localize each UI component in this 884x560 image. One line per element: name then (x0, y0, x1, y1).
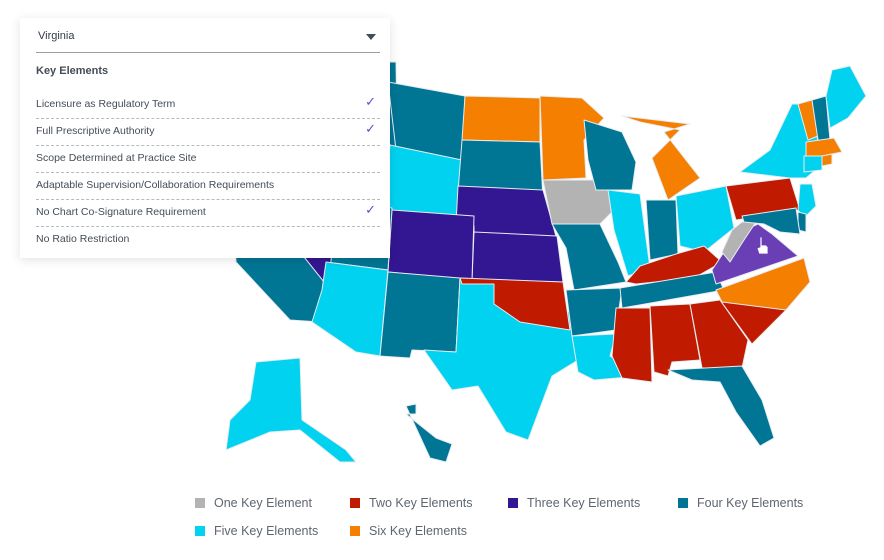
state-ct[interactable] (803, 155, 823, 173)
legend-item[interactable]: Two Key Elements (350, 496, 473, 510)
key-element-label: Scope Determined at Practice Site (36, 152, 197, 164)
legend-label: Five Key Elements (214, 524, 319, 538)
checkmark-icon: ✓ (365, 121, 376, 136)
legend-label: Three Key Elements (527, 496, 641, 510)
key-elements-list: Licensure as Regulatory Term ✓ Full Prescr… (36, 92, 380, 253)
legend-swatch (508, 498, 518, 508)
state-fl[interactable] (667, 365, 775, 447)
state-ar[interactable] (565, 287, 623, 337)
legend-item[interactable]: Four Key Elements (678, 496, 803, 510)
state-select-dropdown[interactable]: Virginia (36, 26, 380, 53)
state-co[interactable] (387, 209, 475, 281)
key-element-label: Full Prescriptive Authority (36, 125, 155, 137)
state-me[interactable] (825, 65, 867, 129)
legend-item[interactable]: Six Key Elements (350, 524, 467, 538)
legend-swatch (350, 498, 360, 508)
legend-item[interactable]: Three Key Elements (508, 496, 640, 510)
state-detail-panel: Virginia Key Elements Licensure as Regul… (20, 18, 390, 258)
legend-swatch (678, 498, 688, 508)
state-ak[interactable] (225, 357, 357, 463)
key-element-item: Scope Determined at Practice Site (36, 146, 380, 173)
key-element-item: No Ratio Restriction (36, 227, 380, 253)
state-nm[interactable] (379, 271, 461, 359)
key-element-item: Full Prescriptive Authority ✓ (36, 119, 380, 146)
legend-label: One Key Element (214, 496, 312, 510)
key-element-label: No Ratio Restriction (36, 233, 130, 245)
key-element-label: Licensure as Regulatory Term (36, 98, 176, 110)
state-in[interactable] (645, 199, 679, 261)
state-ks[interactable] (471, 231, 564, 283)
key-element-item: No Chart Co-Signature Requirement ✓ (36, 200, 380, 227)
key-elements-heading: Key Elements (36, 65, 109, 77)
legend-label: Two Key Elements (369, 496, 473, 510)
key-element-item: Licensure as Regulatory Term ✓ (36, 92, 380, 119)
legend-label: Six Key Elements (369, 524, 467, 538)
legend-item[interactable]: One Key Element (195, 496, 312, 510)
state-nd[interactable] (461, 95, 541, 143)
state-select-value: Virginia (38, 30, 75, 42)
key-element-item: Adaptable Supervision/Collaboration Requ… (36, 173, 380, 200)
key-element-label: No Chart Co-Signature Requirement (36, 206, 206, 218)
state-hi[interactable] (405, 403, 453, 463)
state-ri[interactable] (821, 153, 833, 167)
chevron-down-icon[interactable] (366, 34, 376, 40)
legend-swatch (195, 526, 205, 536)
legend-label: Four Key Elements (697, 496, 804, 510)
legend-item[interactable]: Five Key Elements (195, 524, 318, 538)
checkmark-icon: ✓ (365, 94, 376, 109)
legend-swatch (195, 498, 205, 508)
key-element-label: Adaptable Supervision/Collaboration Requ… (36, 179, 275, 191)
state-oh[interactable] (675, 185, 735, 253)
legend-swatch (350, 526, 360, 536)
checkmark-icon: ✓ (365, 202, 376, 217)
